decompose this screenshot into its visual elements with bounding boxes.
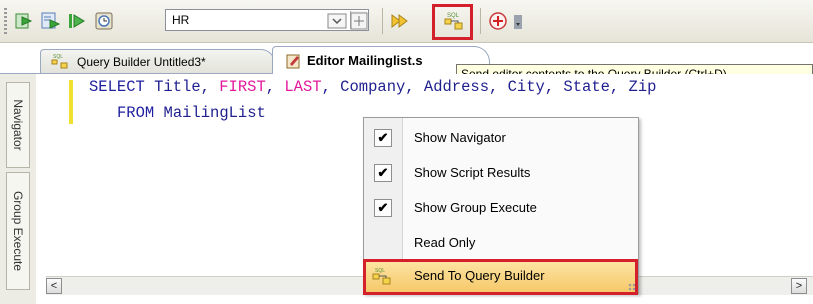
execute-statement-icon[interactable]	[14, 11, 34, 31]
menu-item-label: Show Navigator	[414, 130, 506, 145]
tab-label: Editor Mailinglist.s	[307, 53, 423, 68]
toolbar-separator	[480, 8, 481, 34]
menu-item-show-group-execute[interactable]: ✔ Show Group Execute	[364, 191, 638, 225]
keyword-from: FROM	[117, 104, 155, 122]
dropdown-box-icon[interactable]	[327, 11, 347, 31]
tab-query-builder[interactable]: SQL Query Builder Untitled3*	[40, 49, 275, 73]
svg-text:SQL: SQL	[53, 54, 63, 60]
editor-icon	[286, 54, 300, 69]
change-marker	[69, 80, 73, 124]
scroll-right-icon[interactable]: >	[791, 278, 807, 294]
code-text: , Company, Address, City, State, Zip	[321, 78, 657, 96]
toolbar: HR ▼ SQL	[0, 0, 813, 43]
execute-script-icon[interactable]	[40, 11, 60, 31]
keyword-select: SELECT	[89, 78, 145, 96]
tab-label: Query Builder Untitled3*	[77, 55, 206, 69]
code-text: Title,	[144, 78, 220, 96]
menu-item-label: Show Script Results	[414, 165, 531, 180]
send-to-query-builder-highlight	[432, 4, 473, 40]
menu-item-label: Read Only	[414, 235, 476, 250]
menu-item-label: Show Group Execute	[414, 200, 537, 215]
dropdown-icon[interactable]	[513, 11, 523, 31]
send-to-query-builder-menu-highlight	[363, 259, 638, 295]
checkmark-icon: ✔	[374, 129, 392, 147]
code-text: MailingList	[154, 104, 266, 122]
query-builder-icon: SQL	[51, 54, 68, 69]
toolbar-grip[interactable]	[4, 8, 7, 34]
code-text: ,	[265, 78, 285, 96]
side-tab-group-execute[interactable]: Group Execute	[6, 172, 30, 290]
menu-item-read-only[interactable]: Read Only	[364, 226, 638, 260]
step-into-icon[interactable]	[66, 11, 86, 31]
toolbar-separator	[382, 8, 383, 34]
menu-item-show-script-results[interactable]: ✔ Show Script Results	[364, 156, 638, 190]
checkmark-icon: ✔	[374, 164, 392, 182]
side-panel-tabs: Navigator Group Execute	[0, 74, 37, 304]
run-icon[interactable]	[390, 11, 410, 31]
side-tab-navigator[interactable]: Navigator	[6, 82, 30, 168]
reserved-column-last: LAST	[284, 78, 322, 96]
side-tab-label: Group Execute	[11, 190, 25, 272]
reserved-column-first: FIRST	[219, 78, 266, 96]
find-icon[interactable]	[349, 11, 369, 31]
menu-item-show-navigator[interactable]: ✔ Show Navigator	[364, 121, 638, 155]
code-line-1: SELECT Title, FIRST, LAST, Company, Addr…	[89, 78, 656, 96]
checkmark-icon: ✔	[374, 199, 392, 217]
side-tab-label: Navigator	[11, 99, 25, 151]
scroll-left-icon[interactable]: <	[46, 278, 62, 294]
connection-value: HR	[172, 13, 190, 27]
code-line-2: FROM MailingList	[117, 104, 266, 122]
history-icon[interactable]	[94, 11, 114, 31]
add-icon[interactable]	[487, 10, 509, 32]
